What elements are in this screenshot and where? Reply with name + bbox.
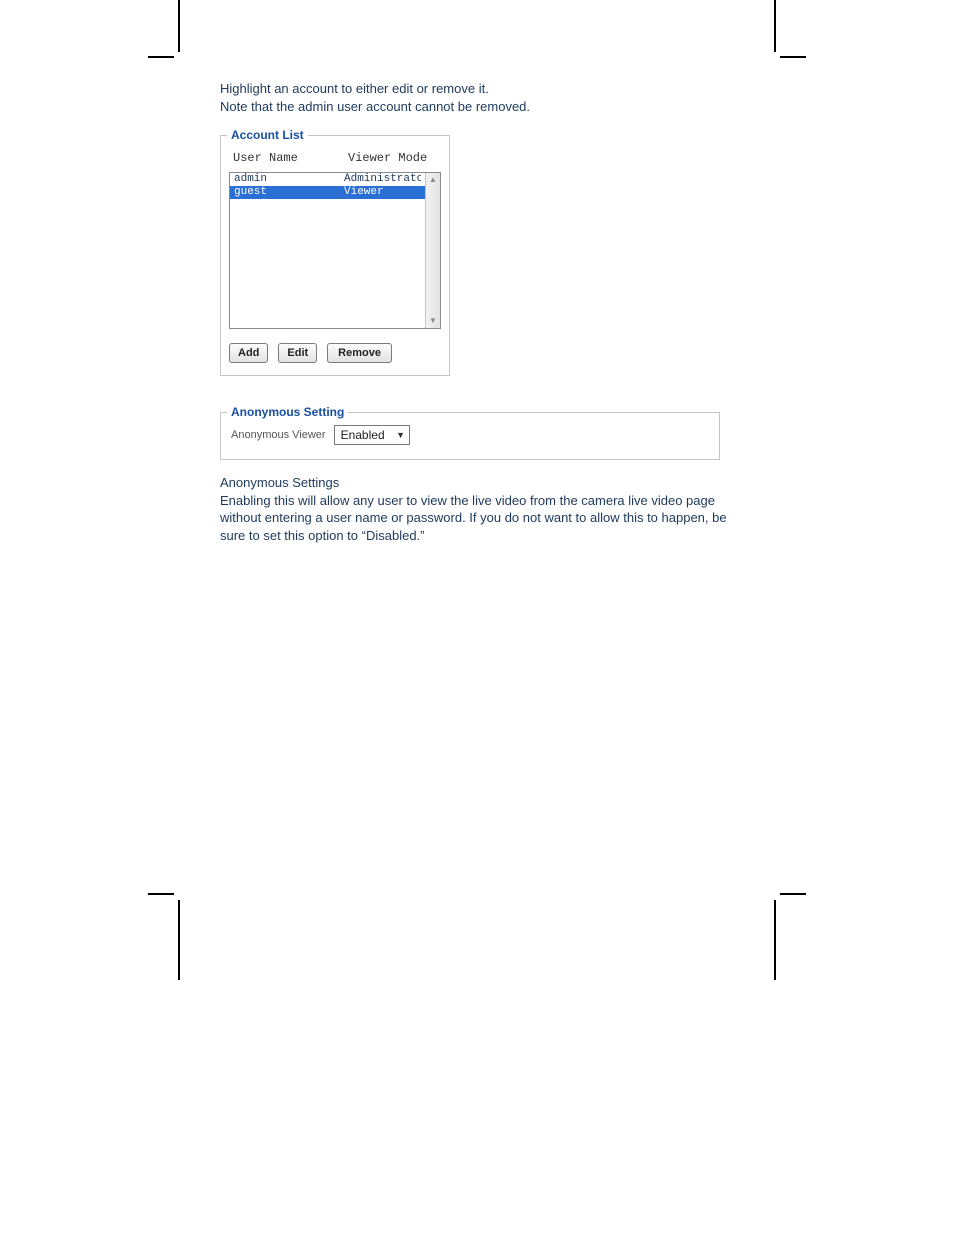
add-button[interactable]: Add [229, 343, 268, 363]
intro-line-2: Note that the admin user account cannot … [220, 98, 740, 116]
list-item-mode: Administrato [344, 173, 421, 186]
crop-mark [780, 56, 806, 58]
edit-button[interactable]: Edit [278, 343, 317, 363]
chevron-down-icon: ▼ [393, 429, 409, 441]
account-list-box[interactable]: admin Administrato guest Viewer ▲ ▼ [229, 172, 441, 329]
list-item-user: admin [234, 173, 344, 186]
crop-mark [178, 0, 180, 52]
account-list-panel: Account List User Name Viewer Mode admin… [220, 135, 450, 376]
scroll-up-icon[interactable]: ▲ [426, 173, 440, 187]
account-list-headers: User Name Viewer Mode [229, 146, 441, 172]
anonymous-setting-legend: Anonymous Setting [227, 404, 348, 420]
header-viewer-mode: Viewer Mode [348, 150, 437, 166]
remove-button[interactable]: Remove [327, 343, 392, 363]
crop-mark [774, 900, 776, 980]
header-user-name: User Name [233, 150, 348, 166]
crop-mark [148, 893, 174, 895]
scrollbar[interactable]: ▲ ▼ [425, 173, 440, 328]
list-item[interactable]: guest Viewer [230, 186, 425, 199]
anonymous-viewer-dropdown[interactable]: Enabled ▼ [334, 425, 410, 445]
crop-mark [774, 0, 776, 52]
scroll-down-icon[interactable]: ▼ [426, 314, 440, 328]
intro-line-1: Highlight an account to either edit or r… [220, 80, 740, 98]
anonymous-settings-body: Enabling this will allow any user to vie… [220, 492, 740, 545]
account-list-legend: Account List [227, 127, 308, 143]
crop-mark [780, 893, 806, 895]
list-item[interactable]: admin Administrato [230, 173, 425, 186]
list-item-mode: Viewer [344, 186, 421, 199]
anonymous-settings-title: Anonymous Settings [220, 474, 740, 492]
list-item-user: guest [234, 186, 344, 199]
crop-mark [178, 900, 180, 980]
crop-mark [148, 56, 174, 58]
anonymous-viewer-label: Anonymous Viewer [231, 428, 326, 443]
anonymous-setting-panel: Anonymous Setting Anonymous Viewer Enabl… [220, 412, 720, 460]
dropdown-value: Enabled [335, 427, 393, 443]
